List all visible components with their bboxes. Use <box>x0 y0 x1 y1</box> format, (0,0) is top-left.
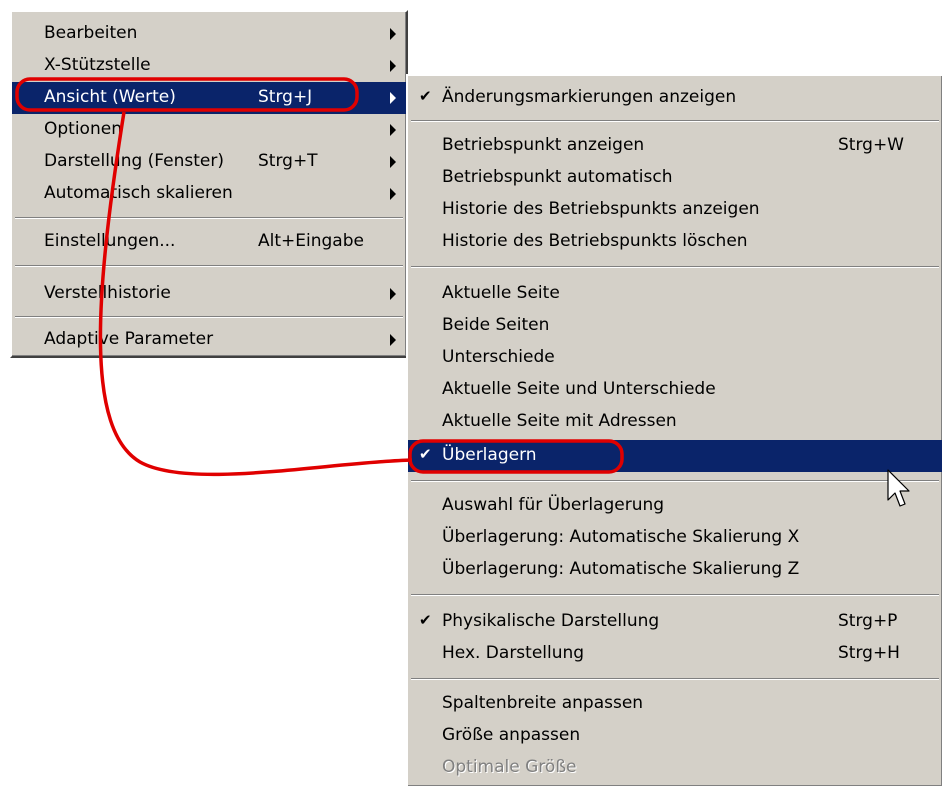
menu-item-shortcut: Strg+W <box>838 135 904 155</box>
menu-item-x-stuetzstelle[interactable]: X-Stützstelle <box>12 50 406 82</box>
menu-item-label: Auswahl für Überlagerung <box>442 495 665 515</box>
submenu-arrow-icon <box>390 156 396 168</box>
menu-item-label: Automatisch skalieren <box>44 183 233 203</box>
context-menu: Bearbeiten X-Stützstelle Ansicht (Werte)… <box>10 10 408 358</box>
menu-item-label: Adaptive Parameter <box>44 329 214 349</box>
menu-separator <box>411 480 939 482</box>
submenu-arrow-icon <box>390 92 396 104</box>
menu-separator <box>15 316 403 318</box>
submenu-item-historie-anzeigen[interactable]: Historie des Betriebspunkts anzeigen <box>408 194 942 226</box>
menu-item-label: Änderungsmarkierungen anzeigen <box>442 87 737 107</box>
menu-separator <box>411 266 939 268</box>
submenu-arrow-icon <box>390 288 396 300</box>
menu-item-label: Größe anpassen <box>442 725 581 745</box>
submenu-item-betriebspunkt-automatisch[interactable]: Betriebspunkt automatisch <box>408 162 942 194</box>
submenu-item-optimale-groesse: Optimale Größe <box>408 752 942 784</box>
submenu-item-aktuelle-seite[interactable]: Aktuelle Seite <box>408 278 942 310</box>
submenu-item-historie-loeschen[interactable]: Historie des Betriebspunkts löschen <box>408 226 942 258</box>
menu-item-label: Aktuelle Seite mit Adressen <box>442 411 677 431</box>
menu-item-label: Spaltenbreite anpassen <box>442 693 644 713</box>
menu-item-label: Beide Seiten <box>442 315 550 335</box>
submenu-item-unterschiede[interactable]: Unterschiede <box>408 342 942 374</box>
menu-item-label: Ansicht (Werte) <box>44 87 176 107</box>
menu-item-einstellungen[interactable]: Einstellungen... Alt+Eingabe <box>12 226 406 258</box>
checkmark-icon: ✔ <box>419 611 432 629</box>
menu-item-label: Historie des Betriebspunkts löschen <box>442 231 748 251</box>
menu-item-adaptive-parameter[interactable]: Adaptive Parameter <box>12 324 406 356</box>
menu-item-verstellhistorie[interactable]: Verstellhistorie <box>12 278 406 310</box>
submenu-item-aktuelle-seite-und-unterschiede[interactable]: Aktuelle Seite und Unterschiede <box>408 374 942 406</box>
menu-item-bearbeiten[interactable]: Bearbeiten <box>12 18 406 50</box>
menu-item-shortcut: Strg+J <box>258 87 313 107</box>
menu-item-label: Aktuelle Seite und Unterschiede <box>442 379 716 399</box>
menu-item-shortcut: Strg+H <box>838 643 900 663</box>
menu-item-label: Überlagern <box>442 445 537 465</box>
menu-separator <box>15 265 403 267</box>
menu-item-label: Überlagerung: Automatische Skalierung X <box>442 527 800 547</box>
menu-item-label: Optimale Größe <box>442 757 577 777</box>
menu-item-darstellung-fenster[interactable]: Darstellung (Fenster) Strg+T <box>12 146 406 178</box>
submenu-item-aenderungsmarkierungen[interactable]: ✔ Änderungsmarkierungen anzeigen <box>408 82 942 114</box>
menu-item-label: Darstellung (Fenster) <box>44 151 224 171</box>
submenu-arrow-icon <box>390 28 396 40</box>
menu-separator <box>411 120 939 122</box>
menu-item-label: Historie des Betriebspunkts anzeigen <box>442 199 760 219</box>
menu-item-label: Betriebspunkt anzeigen <box>442 135 645 155</box>
submenu-item-aktuelle-seite-mit-adressen[interactable]: Aktuelle Seite mit Adressen <box>408 406 942 438</box>
submenu-arrow-icon <box>390 188 396 200</box>
submenu-item-groesse-anpassen[interactable]: Größe anpassen <box>408 720 942 752</box>
menu-item-shortcut: Strg+P <box>838 611 898 631</box>
menu-item-label: Verstellhistorie <box>44 283 171 303</box>
menu-item-label: Betriebspunkt automatisch <box>442 167 673 187</box>
menu-separator <box>411 594 939 596</box>
menu-item-optionen[interactable]: Optionen <box>12 114 406 146</box>
menu-item-label: X-Stützstelle <box>44 55 151 75</box>
checkmark-icon: ✔ <box>419 445 432 463</box>
menu-separator <box>411 678 939 680</box>
submenu-arrow-icon <box>390 334 396 346</box>
menu-item-label: Überlagerung: Automatische Skalierung Z <box>442 559 800 579</box>
menu-separator <box>15 217 403 219</box>
submenu-item-skalierung-x[interactable]: Überlagerung: Automatische Skalierung X <box>408 522 942 554</box>
menu-item-label: Optionen <box>44 119 122 139</box>
submenu-item-hex-darstellung[interactable]: Hex. Darstellung Strg+H <box>408 638 942 670</box>
menu-item-label: Physikalische Darstellung <box>442 611 660 631</box>
menu-item-shortcut: Strg+T <box>258 151 318 171</box>
menu-item-label: Einstellungen... <box>44 231 176 251</box>
submenu-ansicht-werte: ✔ Änderungsmarkierungen anzeigen Betrieb… <box>406 74 942 786</box>
submenu-item-ueberlagern[interactable]: ✔ Überlagern <box>408 440 942 472</box>
submenu-arrow-icon <box>390 124 396 136</box>
menu-item-shortcut: Alt+Eingabe <box>258 231 364 251</box>
checkmark-icon: ✔ <box>419 87 432 105</box>
submenu-arrow-icon <box>390 60 396 72</box>
submenu-item-beide-seiten[interactable]: Beide Seiten <box>408 310 942 342</box>
submenu-item-physikalische-darstellung[interactable]: ✔ Physikalische Darstellung Strg+P <box>408 606 942 638</box>
menu-item-label: Hex. Darstellung <box>442 643 585 663</box>
submenu-item-skalierung-z[interactable]: Überlagerung: Automatische Skalierung Z <box>408 554 942 586</box>
submenu-item-betriebspunkt-anzeigen[interactable]: Betriebspunkt anzeigen Strg+W <box>408 130 942 162</box>
menu-item-label: Aktuelle Seite <box>442 283 560 303</box>
submenu-item-spaltenbreite-anpassen[interactable]: Spaltenbreite anpassen <box>408 688 942 720</box>
menu-item-label: Bearbeiten <box>44 23 138 43</box>
menu-item-ansicht-werte[interactable]: Ansicht (Werte) Strg+J <box>12 82 406 114</box>
submenu-item-auswahl-ueberlagerung[interactable]: Auswahl für Überlagerung <box>408 490 942 522</box>
menu-item-label: Unterschiede <box>442 347 555 367</box>
menu-item-automatisch-skalieren[interactable]: Automatisch skalieren <box>12 178 406 210</box>
